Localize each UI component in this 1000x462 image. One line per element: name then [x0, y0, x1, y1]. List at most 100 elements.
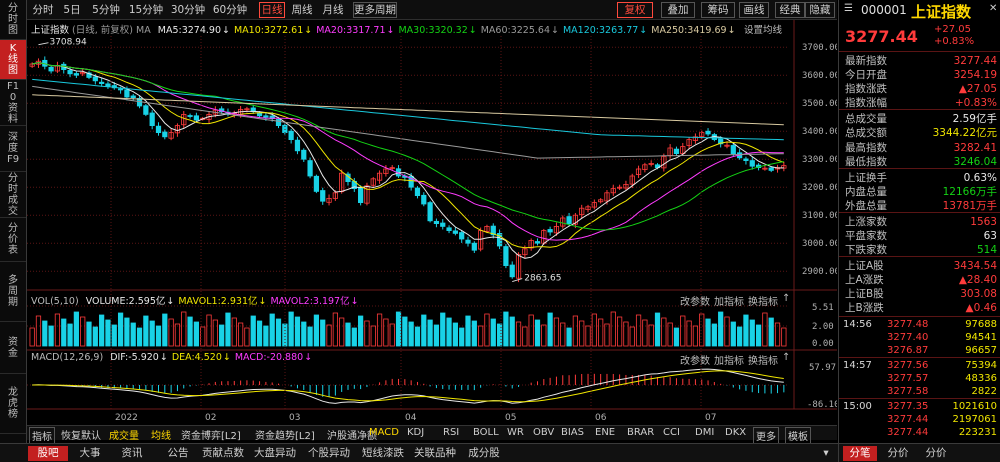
quote-row: 上涨家数 1563 — [845, 215, 997, 229]
quote-value: 3434.54 — [953, 260, 997, 272]
volume-bar — [351, 327, 357, 347]
volume-bar — [48, 325, 54, 347]
ma-legend-item: MA120:3263.77 — [562, 25, 639, 36]
info-tab-8[interactable]: 关联品种 — [410, 446, 460, 461]
candle — [465, 236, 471, 247]
y-tick-label: 3500.00 — [802, 99, 837, 109]
toolbar-button-0[interactable]: 叠加 — [661, 2, 695, 18]
indicator-19[interactable]: 更多 — [753, 427, 779, 444]
candle — [86, 71, 92, 80]
fuquan-button[interactable]: 复权 — [617, 2, 653, 18]
up-arrow-icon[interactable]: ↑ — [782, 352, 790, 363]
volume-legend-item: MAVOL1:2.931亿 — [178, 296, 258, 307]
indicator-20[interactable]: 模板 — [785, 427, 811, 444]
macd-tool-0[interactable]: 改参数 — [680, 352, 710, 367]
candle — [528, 238, 534, 251]
period-tab-8[interactable]: 月线 — [320, 2, 346, 18]
indicator-5[interactable]: 资金趋势[L2] — [255, 427, 315, 442]
info-tab-5[interactable]: 大盘异动 — [250, 446, 300, 461]
sidebar-item-7[interactable]: 资金 — [0, 322, 26, 374]
indicator-8[interactable]: KDJ — [407, 427, 424, 438]
indicator-3[interactable]: 均线 — [151, 427, 171, 442]
period-tab-4[interactable]: 30分钟 — [169, 2, 207, 18]
info-tab-7[interactable]: 短线漆跌 — [358, 446, 408, 461]
indicator-bar: 指标 恢复默认 成交量 均线 资金博弈[L2] 资金趋势[L2] 沪股通净额 MACD KDJ R… — [27, 425, 837, 444]
macd-tool-1[interactable]: 加指标 — [714, 352, 744, 367]
indicator-10[interactable]: BOLL — [473, 427, 499, 438]
period-tab-2[interactable]: 5分钟 — [89, 2, 123, 18]
volume-bar — [781, 327, 787, 347]
indicator-18[interactable]: DKX — [725, 427, 746, 438]
toolbar-button-4[interactable]: 隐藏 — [805, 2, 835, 18]
tick-tab-0[interactable]: 分笔 — [843, 446, 877, 461]
volume-tool-1[interactable]: 加指标 — [714, 293, 744, 308]
period-tab-7[interactable]: 周线 — [289, 2, 315, 18]
period-tab-1[interactable]: 5日 — [61, 2, 83, 18]
sidebar-item-4[interactable]: 分时成交 — [0, 172, 26, 218]
info-tab-2[interactable]: 资讯 — [112, 446, 152, 461]
indicator-17[interactable]: DMI — [695, 427, 714, 438]
indicator-7[interactable]: MACD — [369, 427, 399, 438]
sidebar-item-3[interactable]: 深度F9 — [0, 126, 26, 172]
ma-settings-button[interactable]: 设置均线 — [744, 22, 782, 36]
indicator-1[interactable]: 恢复默认 — [61, 427, 101, 442]
toolbar-button-3[interactable]: 经典 — [775, 2, 805, 18]
indicator-14[interactable]: ENE — [595, 427, 615, 438]
indicator-13[interactable]: BIAS — [561, 427, 584, 438]
indicator-9[interactable]: RSI — [443, 427, 459, 438]
info-tab-3[interactable]: 公告 — [158, 446, 198, 461]
indicator-4[interactable]: 资金博弈[L2] — [181, 427, 241, 442]
toolbar-button-2[interactable]: 画线 — [739, 2, 769, 18]
period-tab-6[interactable]: 日线 — [259, 2, 285, 18]
indicator-12[interactable]: OBV — [533, 427, 554, 438]
tick-tab-1[interactable]: 分价 — [881, 446, 915, 461]
period-tab-3[interactable]: 15分钟 — [127, 2, 165, 18]
macd-tool-2[interactable]: 换指标 — [748, 352, 778, 367]
indicator-11[interactable]: WR — [507, 427, 524, 438]
index-title: 上证指数 — [31, 25, 70, 36]
macd-tick-label: 57.97 — [809, 363, 836, 373]
volume-bar — [402, 316, 408, 347]
info-tab-1[interactable]: 大事 — [70, 446, 110, 461]
toolbar-button-1[interactable]: 筹码 — [701, 2, 735, 18]
period-tab-5[interactable]: 60分钟 — [211, 2, 249, 18]
volume-tool-0[interactable]: 改参数 — [680, 293, 710, 308]
up-arrow-icon[interactable]: ↑ — [782, 293, 790, 304]
close-icon[interactable]: ✕ — [989, 3, 997, 14]
info-tab-4[interactable]: 贡献点数 — [198, 446, 248, 461]
volume-bar — [275, 318, 282, 347]
sidebar-item-2[interactable]: F10资料 — [0, 80, 26, 126]
candle — [54, 61, 61, 73]
indicator-2[interactable]: 成交量 — [109, 427, 139, 442]
quote-label: 上A涨跌 — [845, 274, 884, 286]
menu-icon[interactable]: ☰ — [844, 3, 853, 14]
dropdown-icon[interactable]: ▾ — [818, 446, 834, 461]
candle — [250, 104, 256, 114]
period-tab-0[interactable]: 分时 — [31, 2, 55, 18]
info-tab-0[interactable]: 股吧 — [28, 446, 68, 461]
volume-bar — [522, 326, 528, 347]
volume-bar — [174, 323, 181, 347]
tick-row: 3277.44 2197061 — [843, 414, 997, 426]
sidebar-item-6[interactable]: 多周期 — [0, 262, 26, 322]
volume-bar — [699, 313, 705, 347]
candle — [509, 261, 515, 279]
info-tab-9[interactable]: 成分股 — [464, 446, 504, 461]
quote-row: 今日开盘 3254.19 — [845, 68, 997, 82]
indicator-16[interactable]: CCI — [663, 427, 680, 438]
volume-bar — [111, 324, 117, 347]
period-tab-9[interactable]: 更多周期 — [353, 2, 397, 18]
volume-bar — [389, 323, 395, 347]
indicator-0[interactable]: 指标 — [29, 427, 55, 444]
indicator-15[interactable]: BRAR — [627, 427, 654, 438]
sidebar-item-8[interactable]: 龙虎榜 — [0, 374, 26, 434]
info-tab-6[interactable]: 个股异动 — [304, 446, 354, 461]
sidebar-item-1[interactable]: K线图 — [0, 40, 26, 80]
tick-volume: 2197061 — [952, 414, 997, 425]
volume-tool-2[interactable]: 换指标 — [748, 293, 778, 308]
sidebar-item-0[interactable]: 分时图 — [0, 0, 26, 40]
quote-row: 最低指数 3246.04 — [845, 155, 997, 169]
volume-bar — [339, 317, 345, 347]
sidebar-item-5[interactable]: 分价表 — [0, 218, 26, 262]
tick-tab-2[interactable]: 分价 — [919, 446, 953, 461]
